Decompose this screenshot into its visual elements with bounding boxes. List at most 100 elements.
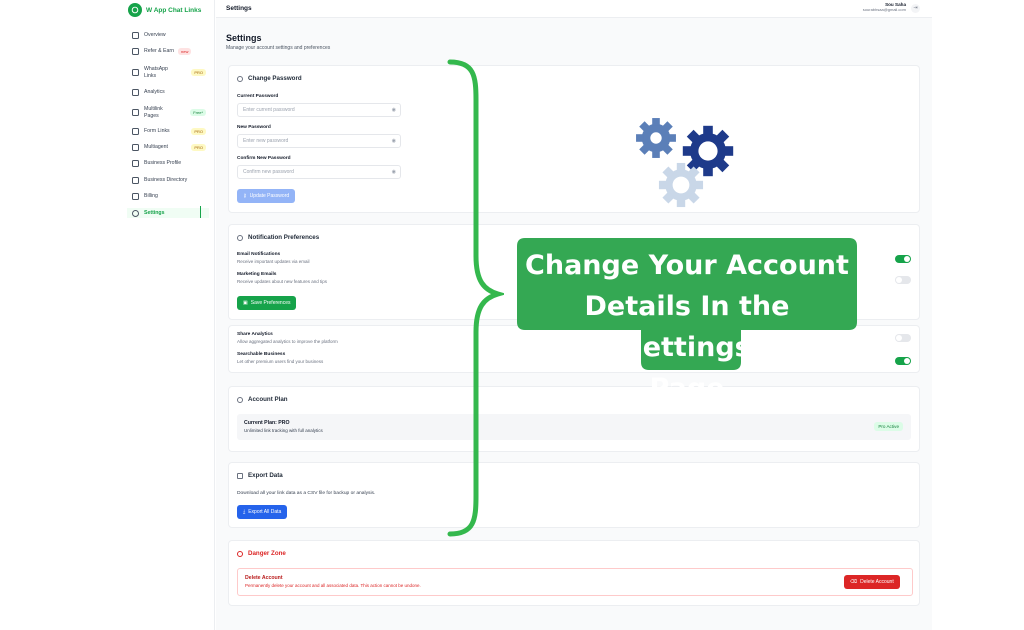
link-icon — [132, 69, 139, 76]
new-password-label: New Password — [237, 125, 271, 130]
chart-icon — [132, 32, 139, 39]
confirm-password-input[interactable]: Confirm new password ◉ — [237, 165, 401, 179]
key-icon: ⚷ — [243, 193, 247, 199]
callout-line: Details In the Settings — [584, 291, 790, 363]
delete-account-button[interactable]: ⌫ Delete Account — [844, 575, 900, 589]
sidebar-item-business-profile[interactable]: Business Profile — [132, 160, 214, 167]
gears-illustration — [636, 118, 734, 208]
notification-heading: Notification Preferences — [237, 234, 319, 241]
new-badge: new — [178, 48, 192, 55]
current-plan: Current Plan: PRO — [244, 420, 290, 426]
shield-icon — [237, 396, 243, 403]
searchable-business-desc: Let other premium users find your busine… — [237, 359, 324, 364]
share-analytics-desc: Allow aggregated analytics to improve th… — [237, 339, 338, 344]
card-title: Danger Zone — [248, 550, 286, 557]
email-notifications-label: Email Notifications — [237, 252, 281, 257]
share-analytics-toggle[interactable] — [895, 334, 911, 342]
sidebar-item-whatsapp-links[interactable]: WhatsApp Links PRO — [132, 66, 214, 79]
sidebar-item-settings[interactable]: Settings — [127, 206, 209, 218]
alert-icon — [237, 550, 243, 557]
export-description: Download all your link data as a CSV fil… — [237, 491, 376, 496]
sidebar-item-label: Business Directory — [144, 177, 188, 184]
export-data-heading: Export Data — [237, 472, 283, 479]
user-info[interactable]: Sou Saha sourabhsaa@gmail.com — [863, 2, 906, 12]
sidebar: W App Chat Links Overview Refer & Earn n… — [120, 0, 215, 630]
gear-icon — [682, 125, 734, 177]
card-icon — [132, 193, 139, 200]
sidebar-item-overview[interactable]: Overview — [132, 32, 214, 39]
brand[interactable]: W App Chat Links — [128, 2, 212, 18]
button-label: Save Preferences — [250, 300, 291, 306]
top-bar: Settings Sou Saha sourabhsaa@gmail.com ⇥ — [216, 0, 932, 18]
sidebar-item-label: WhatsApp Links — [144, 66, 168, 79]
button-label: Update Password — [249, 193, 290, 199]
sidebar-item-business-directory[interactable]: Business Directory — [132, 177, 214, 184]
current-password-input[interactable]: Enter current password ◉ — [237, 103, 401, 117]
update-password-button[interactable]: ⚷ Update Password — [237, 189, 296, 203]
input-placeholder: Enter new password — [243, 138, 289, 144]
searchable-business-label: Searchable Business — [237, 352, 286, 357]
sidebar-item-refer-earn[interactable]: Refer & Earn new — [132, 48, 214, 55]
sidebar-item-form-links[interactable]: Form Links PRO — [132, 128, 214, 135]
new-password-input[interactable]: Enter new password ◉ — [237, 134, 401, 148]
sidebar-item-label: Settings — [144, 209, 165, 216]
book-icon — [132, 177, 139, 184]
danger-zone-heading: Danger Zone — [237, 550, 286, 557]
sidebar-item-label: Multilink Pages — [144, 106, 163, 119]
searchable-business-toggle[interactable] — [895, 357, 911, 365]
page-subtitle: Manage your account settings and prefere… — [226, 45, 331, 51]
users-icon — [132, 144, 139, 151]
callout-line: Page — [649, 373, 725, 404]
gear-icon — [636, 118, 676, 158]
button-label: Export All Data — [248, 509, 282, 515]
page-title: Settings — [226, 33, 262, 43]
marketing-emails-toggle[interactable] — [895, 276, 911, 284]
sidebar-item-billing[interactable]: Billing — [132, 193, 214, 200]
card-title: Export Data — [248, 472, 283, 479]
save-preferences-button[interactable]: ▣ Save Preferences — [237, 296, 297, 310]
input-placeholder: Enter current password — [243, 107, 295, 113]
confirm-password-label: Confirm New Password — [237, 156, 291, 161]
sidebar-item-label: Business Profile — [144, 160, 182, 167]
key-icon — [237, 75, 243, 82]
bell-icon — [237, 234, 243, 241]
export-all-data-button[interactable]: ⤓ Export All Data — [237, 505, 288, 519]
callout-line: Change Your Account — [525, 250, 849, 281]
marketing-emails-label: Marketing Emails — [237, 272, 277, 277]
danger-zone-card: Danger Zone Delete Account Permanently d… — [228, 540, 920, 606]
sidebar-item-label: Refer & Earn — [144, 48, 174, 55]
sidebar-item-multilink-pages[interactable]: Multilink Pages Free* — [132, 106, 214, 119]
eye-icon[interactable]: ◉ — [392, 166, 396, 178]
brand-name: W App Chat Links — [146, 6, 202, 14]
delete-account-title: Delete Account — [245, 575, 283, 581]
eye-icon[interactable]: ◉ — [392, 104, 396, 116]
user-icon — [132, 160, 139, 167]
sidebar-item-analytics[interactable]: Analytics — [132, 89, 214, 96]
download-icon: ⤓ — [243, 509, 246, 515]
pro-badge: PRO — [191, 128, 206, 135]
email-notifications-toggle[interactable] — [895, 255, 911, 263]
sidebar-item-label: Form Links — [144, 128, 170, 135]
link-icon — [132, 109, 139, 116]
marketing-emails-desc: Receive updates about new features and t… — [237, 279, 328, 284]
plan-description: Unlimited link tracking with full analyt… — [244, 428, 323, 433]
pro-badge: PRO — [191, 144, 206, 151]
free-badge: Free* — [190, 109, 206, 116]
sidebar-item-label: Billing — [144, 193, 158, 200]
current-password-label: Current Password — [237, 94, 279, 99]
bar-chart-icon — [132, 89, 139, 96]
input-placeholder: Confirm new password — [243, 169, 294, 175]
download-icon — [237, 472, 243, 479]
pro-active-badge: Pro Active — [874, 422, 903, 431]
sidebar-item-label: Analytics — [144, 89, 165, 96]
export-data-card: Export Data Download all your link data … — [228, 462, 920, 528]
logout-icon[interactable]: ⇥ — [911, 4, 920, 13]
curly-brace-annotation — [447, 59, 504, 537]
topbar-title: Settings — [226, 5, 252, 12]
tag-icon — [132, 48, 139, 55]
share-analytics-label: Share Analytics — [237, 332, 273, 337]
sidebar-item-label: Multiagent — [144, 144, 168, 151]
plan-box: Current Plan: PRO Unlimited link trackin… — [237, 414, 911, 440]
eye-icon[interactable]: ◉ — [392, 135, 396, 147]
sidebar-item-multiagent[interactable]: Multiagent PRO — [132, 144, 214, 151]
